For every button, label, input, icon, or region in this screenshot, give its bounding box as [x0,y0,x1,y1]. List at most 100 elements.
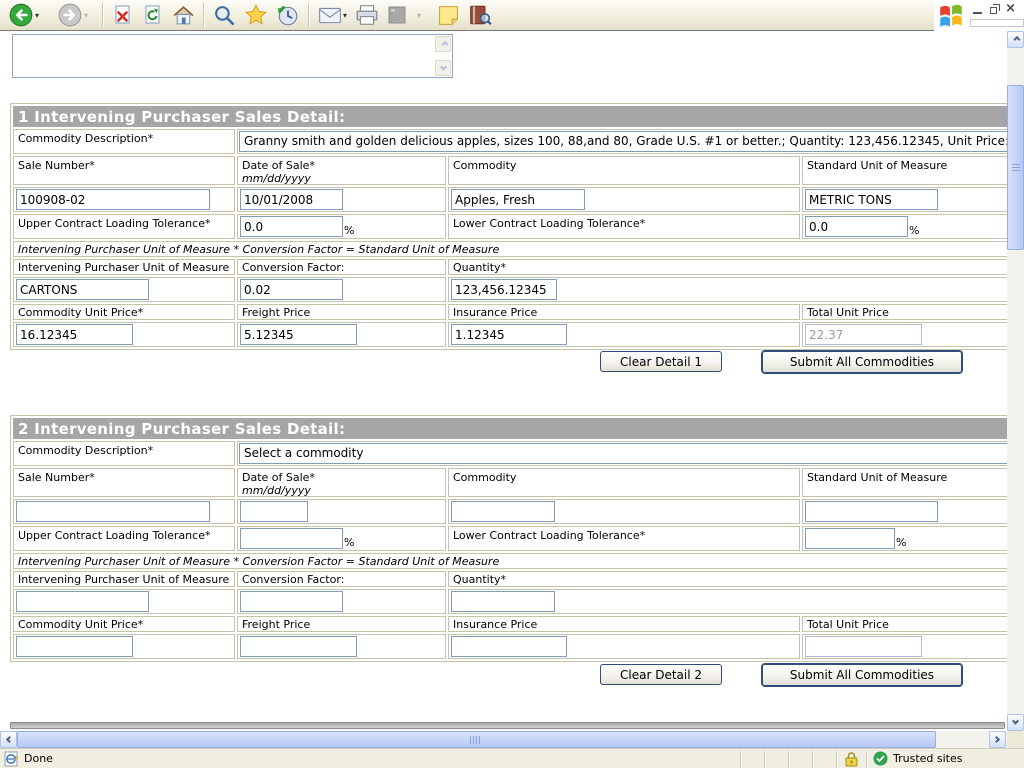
vertical-scrollbar-thumb[interactable] [1007,85,1024,250]
ip-uom-input[interactable] [16,591,149,612]
commodity-input[interactable] [451,501,555,522]
inner-horizontal-scrollbar[interactable] [10,722,1005,729]
vertical-scrollbar[interactable] [1007,31,1024,731]
home-button[interactable] [168,1,199,29]
minimize-icon[interactable] [973,5,982,14]
listbox-scroll-up-button[interactable] [435,36,451,52]
chevron-down-icon[interactable]: ▾ [35,11,39,20]
cell [802,499,1007,524]
search-icon [213,4,236,27]
standard-uom-input[interactable] [805,501,938,522]
cell [13,589,235,614]
section-2-buttons: Clear Detail 2 Submit All Commodities [0,664,1007,688]
date-of-sale-input[interactable] [240,501,308,522]
percent-sign: % [896,536,906,549]
sale-number-input[interactable] [16,501,210,522]
commodity-description-select[interactable]: Select a commodity [237,441,1007,466]
horizontal-scrollbar[interactable] [0,731,1007,748]
commodity-description-value: Granny smith and golden delicious apples… [244,134,1007,148]
scroll-up-button[interactable] [1007,31,1024,48]
date-format-hint: mm/dd/yyyy [242,172,311,185]
favorites-button[interactable] [240,1,272,29]
label-ip-uom: Intervening Purchaser Unit of Measure [13,571,235,587]
lower-tolerance-input[interactable] [805,528,895,549]
edit-icon [387,5,407,25]
browser-toolbar: ▾ ▾ ▾ ▾ [0,0,1024,31]
section-title: 2 Intervening Purchaser Sales Detail: [18,420,345,438]
scroll-down-button[interactable] [1007,714,1024,731]
commodity-description-select[interactable]: Granny smith and golden delicious apples… [237,129,1007,154]
upper-tolerance-input[interactable] [240,528,343,549]
chevron-down-icon[interactable]: ▾ [417,11,421,20]
ip-uom-input[interactable] [16,279,149,300]
insurance-price-input[interactable] [451,636,567,657]
search-button[interactable] [209,1,240,29]
restore-icon[interactable] [990,7,997,14]
label-conversion-factor: Conversion Factor: [237,571,446,587]
cell [237,499,446,524]
chevron-down-icon [439,63,446,70]
scroll-right-button[interactable] [989,731,1006,748]
freight-price-input[interactable] [240,324,357,345]
label-freight-price: Freight Price [237,616,446,632]
conversion-factor-input[interactable] [240,591,343,612]
cell [448,499,800,524]
quantity-input[interactable] [451,591,555,612]
submit-all-commodities-button[interactable]: Submit All Commodities [762,664,962,686]
date-of-sale-input[interactable] [240,189,343,210]
label-ip-uom: Intervening Purchaser Unit of Measure [13,259,235,275]
close-icon[interactable]: × [1005,4,1016,14]
sale-number-input[interactable] [16,189,210,210]
history-button[interactable] [272,1,304,29]
commodity-unit-price-input[interactable] [16,324,133,345]
research-book-icon [468,3,492,27]
insurance-price-input[interactable] [451,324,567,345]
submit-all-commodities-button[interactable]: Submit All Commodities [762,351,962,373]
standard-uom-input[interactable] [805,189,938,210]
label-commodity-description: Commodity Description* [13,129,235,154]
back-button[interactable]: ▾ [4,1,43,29]
label-date-of-sale: Date of Sale*mm/dd/yyyy [237,156,446,185]
commodity-unit-price-input[interactable] [16,636,133,657]
clear-detail-2-button[interactable]: Clear Detail 2 [600,664,722,685]
print-button[interactable] [351,1,383,29]
notes-button[interactable] [433,1,464,29]
refresh-button[interactable] [138,1,168,29]
quantity-input[interactable] [451,279,557,300]
cell: % [802,526,1007,551]
label-standard-uom: Standard Unit of Measure [802,468,1007,497]
commodity-input[interactable] [451,189,585,210]
edit-button[interactable]: ▾ [383,1,425,29]
forward-button[interactable]: ▾ [53,1,92,29]
toolbar-separator [308,3,310,27]
scrollbar-corner [1007,731,1024,748]
cell [237,187,446,212]
comments-listbox[interactable] [12,34,453,78]
freight-price-input[interactable] [240,636,357,657]
chevron-down-icon[interactable]: ▾ [343,11,347,20]
conversion-note: Intervening Purchaser Unit of Measure * … [13,553,1007,569]
security-zone-pane[interactable]: Trusted sites [866,751,1024,767]
section-header: 1 Intervening Purchaser Sales Detail: [13,106,1007,127]
upper-tolerance-input[interactable] [240,216,343,237]
chevron-right-icon [993,736,1000,743]
stop-button[interactable] [108,1,138,29]
cell: % [802,214,1007,239]
cell: % [237,214,446,239]
cell [13,277,235,302]
mail-button[interactable]: ▾ [314,1,351,29]
research-button[interactable] [464,1,496,29]
horizontal-scrollbar-thumb[interactable] [17,731,936,748]
clear-detail-1-button[interactable]: Clear Detail 1 [600,351,722,372]
lower-tolerance-input[interactable] [805,216,908,237]
label-date-of-sale: Date of Sale*mm/dd/yyyy [237,468,446,497]
listbox-scroll-down-button[interactable] [435,60,451,76]
chevron-down-icon[interactable]: ▾ [84,11,88,20]
security-lock-pane[interactable] [836,751,866,767]
scroll-left-button[interactable] [0,731,17,748]
favorites-star-icon [244,3,268,27]
cell [802,322,1007,347]
refresh-icon [142,4,164,26]
conversion-factor-input[interactable] [240,279,343,300]
lock-icon [845,751,858,767]
